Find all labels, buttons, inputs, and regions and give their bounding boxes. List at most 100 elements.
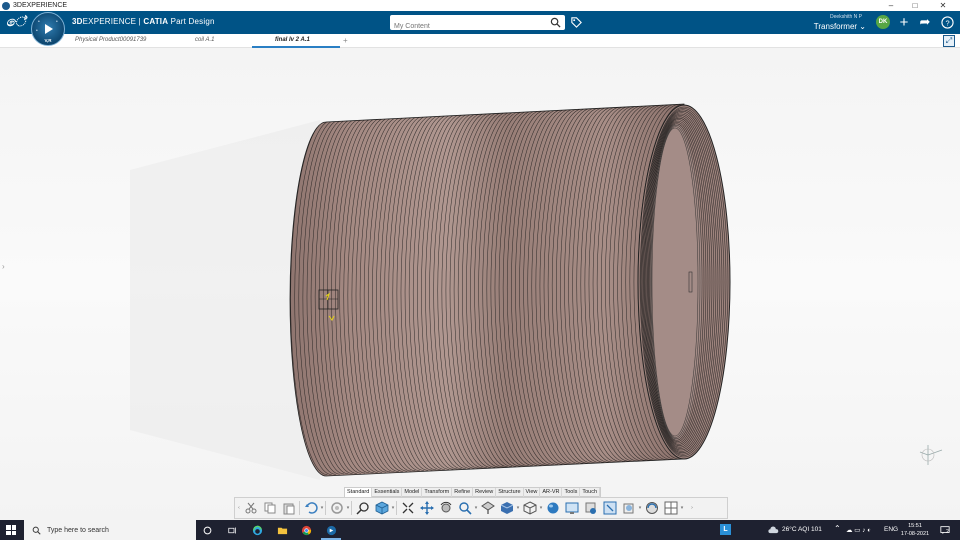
action-bar-tabs: Standard Essentials Model Transform Refi… (344, 487, 602, 497)
search-input[interactable] (390, 19, 540, 34)
file-explorer-icon[interactable] (275, 523, 289, 537)
copy-icon[interactable] (261, 500, 278, 517)
chrome-icon[interactable] (299, 523, 313, 537)
minimize-button[interactable]: – (880, 0, 902, 11)
undo-icon[interactable] (302, 500, 319, 517)
cut-icon[interactable] (242, 500, 259, 517)
collaborative-space-selector[interactable]: Transformer ⌄ (796, 22, 866, 31)
fit-all-icon[interactable] (399, 500, 416, 517)
fullscreen-icon[interactable]: ⤢ (943, 35, 955, 47)
zoom-icon[interactable] (456, 500, 473, 517)
tab-view[interactable]: View (524, 488, 541, 497)
user-name: Deekshith N P (830, 14, 862, 20)
tray-icons[interactable]: ☁ ▭ ♪ ◐ (846, 526, 871, 534)
normal-view-icon[interactable] (479, 500, 496, 517)
multi-view-icon[interactable] (662, 500, 679, 517)
expand-panel-icon[interactable]: › (2, 262, 5, 271)
wireframe-dropdown-icon[interactable]: ▾ (539, 505, 543, 511)
search-icon[interactable] (550, 17, 561, 28)
tag-icon[interactable] (570, 16, 583, 29)
notification-count: 2 (946, 529, 949, 535)
tab-ar-vr[interactable]: AR-VR (540, 488, 563, 497)
section-icon[interactable] (620, 500, 637, 517)
update-dropdown-icon[interactable]: ▾ (346, 505, 350, 511)
brand-role: Part Design (168, 17, 215, 26)
rotate-icon[interactable] (437, 500, 454, 517)
swap-visible-icon[interactable] (601, 500, 618, 517)
tab-physical-product[interactable]: Physical Product00091739 (75, 37, 146, 43)
avatar[interactable]: DK (876, 15, 890, 29)
cortana-icon[interactable] (200, 523, 214, 537)
add-icon[interactable]: + (897, 14, 911, 31)
shading-icon[interactable] (498, 500, 515, 517)
window-titlebar: 3DEXPERIENCE – □ ✕ (0, 0, 960, 11)
tab-review[interactable]: Review (473, 488, 497, 497)
app-brand: 3DEXPERIENCE | CATIA Part Design (72, 17, 215, 26)
zoom-dropdown-icon[interactable]: ▾ (474, 505, 478, 511)
tab-transform[interactable]: Transform (422, 488, 453, 497)
compass-dot-icon: • (36, 28, 38, 34)
tab-structure[interactable]: Structure (496, 488, 524, 497)
taskbar-search[interactable]: Type here to search (24, 520, 196, 540)
brand-3d: 3D (72, 17, 83, 26)
task-view-icon[interactable] (225, 523, 239, 537)
close-button[interactable]: ✕ (932, 0, 954, 11)
snapshot-icon[interactable] (643, 500, 660, 517)
toolbar-divider (351, 501, 352, 515)
screen-capture-icon[interactable] (563, 500, 580, 517)
play-icon[interactable] (45, 24, 53, 34)
3dexperience-taskbar-icon[interactable] (324, 523, 338, 537)
tab-tools[interactable]: Tools (562, 488, 581, 497)
shading-dropdown-icon[interactable]: ▾ (516, 505, 520, 511)
section-dropdown-icon[interactable]: ▾ (638, 505, 642, 511)
share-icon[interactable]: ➦ (918, 14, 932, 29)
brand-experience: EXPERIENCE (82, 17, 137, 26)
undo-dropdown-icon[interactable]: ▾ (320, 505, 324, 511)
edge-browser-icon[interactable] (250, 523, 264, 537)
render-icon[interactable] (544, 500, 561, 517)
tab-model[interactable]: Model (402, 488, 423, 497)
tab-standard[interactable]: Standard (345, 488, 373, 497)
brand-app: CATIA (143, 17, 169, 26)
window-title: 3DEXPERIENCE (13, 2, 68, 9)
system-clock[interactable]: 15:51 17-08-2021 (900, 522, 930, 538)
wireframe-icon[interactable] (521, 500, 538, 517)
scroll-right-icon[interactable]: › (690, 505, 694, 511)
coil-model[interactable] (0, 48, 960, 520)
tab-essentials[interactable]: Essentials (372, 488, 403, 497)
tab-touch[interactable]: Touch (580, 488, 601, 497)
help-icon[interactable]: ? (940, 15, 954, 29)
multi-view-dropdown-icon[interactable]: ▾ (680, 505, 684, 511)
search-box (390, 15, 565, 34)
toolbar-divider (396, 501, 397, 515)
view-dropdown-icon[interactable]: ▾ (391, 505, 395, 511)
compass-label: V,R (44, 38, 52, 43)
windows-start-icon[interactable] (6, 525, 16, 535)
tab-coil[interactable]: coil A.1 (195, 37, 214, 43)
top-bar: ේ 3DEXPERIENCE | CATIA Part Design Deeks… (0, 11, 960, 34)
view-triad-icon[interactable] (919, 445, 943, 465)
add-tab-button[interactable]: + (343, 36, 348, 45)
maximize-button[interactable]: □ (904, 0, 926, 11)
l-app-icon[interactable]: L (720, 524, 731, 535)
3d-cube-icon[interactable] (373, 500, 390, 517)
language-indicator[interactable]: ENG (884, 526, 898, 533)
tab-refine[interactable]: Refine (452, 488, 474, 497)
update-icon[interactable] (328, 500, 345, 517)
paste-icon[interactable] (280, 500, 297, 517)
notification-icon[interactable] (938, 523, 952, 537)
toolbar-divider (325, 501, 326, 515)
compass-widget[interactable]: • • • V,R (31, 12, 65, 46)
measure-icon[interactable] (354, 500, 371, 517)
tab-bar: Physical Product00091739 coil A.1 final … (0, 34, 960, 48)
hide-show-icon[interactable] (582, 500, 599, 517)
3d-viewport[interactable]: › (0, 48, 960, 520)
taskbar: Type here to search L 26°C AQI 101 ⌃ ☁ ▭… (0, 520, 960, 540)
scroll-left-icon[interactable]: ‹ (237, 505, 241, 511)
tab-final-lv[interactable]: final lv 2 A.1 (275, 37, 310, 43)
compass-dot-icon: • (56, 19, 58, 25)
pan-icon[interactable] (418, 500, 435, 517)
weather-text[interactable]: 26°C AQI 101 (782, 526, 822, 533)
clock-time: 15:51 (908, 523, 922, 529)
show-hidden-icons[interactable]: ⌃ (834, 524, 841, 533)
